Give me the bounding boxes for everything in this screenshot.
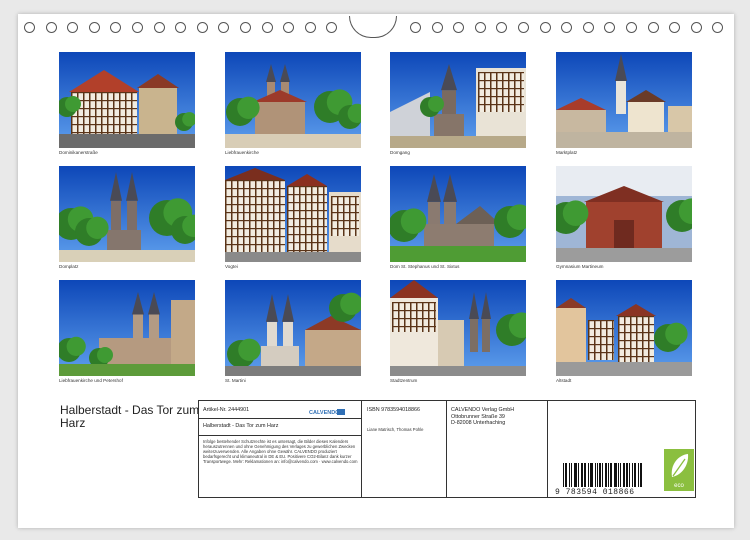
- calvendo-logo-text: CALVENDO: [309, 410, 340, 416]
- leaf-icon: [671, 454, 689, 477]
- calendar-back-page: Dominikanerstraße Liebfrauenkirche Domgang…: [18, 14, 734, 528]
- photo-caption: Dominikanerstraße: [59, 150, 98, 155]
- calendar-photo: [390, 280, 526, 376]
- binding-ring: [153, 22, 165, 33]
- binding-ring: [196, 22, 208, 33]
- photo-caption: St. Martini: [225, 378, 246, 383]
- binding-ring: [604, 22, 616, 33]
- calendar-photo: [59, 280, 195, 376]
- calendar-photo: [556, 52, 692, 148]
- publisher-name: CALVENDO Verlag GmbH: [451, 407, 515, 413]
- photo-caption: Domplatz: [59, 264, 79, 269]
- calendar-photo: [225, 166, 361, 262]
- binding-ring: [304, 22, 316, 33]
- binding-ring: [261, 22, 273, 33]
- binding-ring: [88, 22, 100, 33]
- binding-ring: [669, 22, 681, 33]
- publisher-city: D-82008 Unterhaching: [451, 420, 506, 426]
- calendar-photo: [556, 280, 692, 376]
- barcode-digits: 9 783594 018866: [555, 488, 635, 497]
- photo-caption: Domgang: [390, 150, 410, 155]
- isbn-barcode: [563, 463, 642, 487]
- binding-ring: [647, 22, 659, 33]
- calendar-photo: [59, 166, 195, 262]
- photo-caption: Dom St. Stephanus und St. Sixtus: [390, 264, 460, 269]
- eco-badge: eco: [664, 449, 694, 491]
- publisher-street: Ottobrunner Straße 39: [451, 413, 505, 420]
- binding-ring: [283, 22, 295, 33]
- binding-ring: [240, 22, 251, 33]
- binding-ring: [132, 22, 143, 33]
- authors: Liane Matrisch, Thomas Pohle: [367, 427, 424, 432]
- photo-caption: Liebfrauenkirche: [225, 150, 259, 155]
- photo-caption: Altstadt: [556, 378, 572, 383]
- binding-ring: [539, 22, 551, 33]
- binding-ring: [712, 22, 724, 33]
- binding-ring: [431, 22, 443, 33]
- binding-ring: [326, 22, 338, 33]
- binding-ring: [24, 22, 35, 33]
- binding-ring: [582, 22, 594, 33]
- calendar-photo: [59, 52, 195, 148]
- binding-ring: [496, 22, 508, 33]
- calendar-photo: [556, 166, 692, 262]
- photo-caption: Marktplatz: [556, 150, 578, 155]
- calendar-photo: [225, 52, 361, 148]
- binding-ring: [561, 22, 573, 33]
- calendar-photo: [390, 52, 526, 148]
- isbn: ISBN 9783594018866: [367, 407, 421, 413]
- binding-ring: [110, 22, 122, 33]
- binding-ring: [45, 22, 57, 33]
- binding-ring: [518, 22, 529, 33]
- binding-ring: [67, 22, 79, 33]
- binding-ring: [690, 22, 702, 33]
- photo-caption: Liebfrauenkirche und Petershof: [59, 378, 123, 383]
- photo-caption: Stadtzentrum: [390, 378, 418, 383]
- binding-ring: [474, 22, 486, 33]
- binding-ring: [410, 22, 421, 33]
- legal-notice: Infolge bestehender Schutzrechte ist es …: [203, 439, 358, 464]
- info-box: Artikel-Nr. 2444901 CALVENDO Halberstadt…: [198, 400, 696, 498]
- calvendo-logo: CALVENDO: [309, 405, 349, 416]
- binding-ring: [453, 22, 465, 33]
- binding-ring: [175, 22, 187, 33]
- box-calendar-title: Halberstadt - Das Tor zum Harz: [203, 423, 279, 429]
- eco-label: eco: [674, 483, 684, 489]
- calendar-photo: [225, 280, 361, 376]
- binding-ring: [626, 22, 637, 33]
- calendar-photo: [390, 166, 526, 262]
- article-number: Artikel-Nr. 2444901: [203, 407, 250, 413]
- photo-caption: Gymnasium Martineum: [556, 264, 604, 269]
- binding-ring: [218, 22, 230, 33]
- calendar-title: Halberstadt - Das Tor zum Harz: [60, 403, 200, 430]
- photo-caption: Vogtei: [225, 264, 238, 269]
